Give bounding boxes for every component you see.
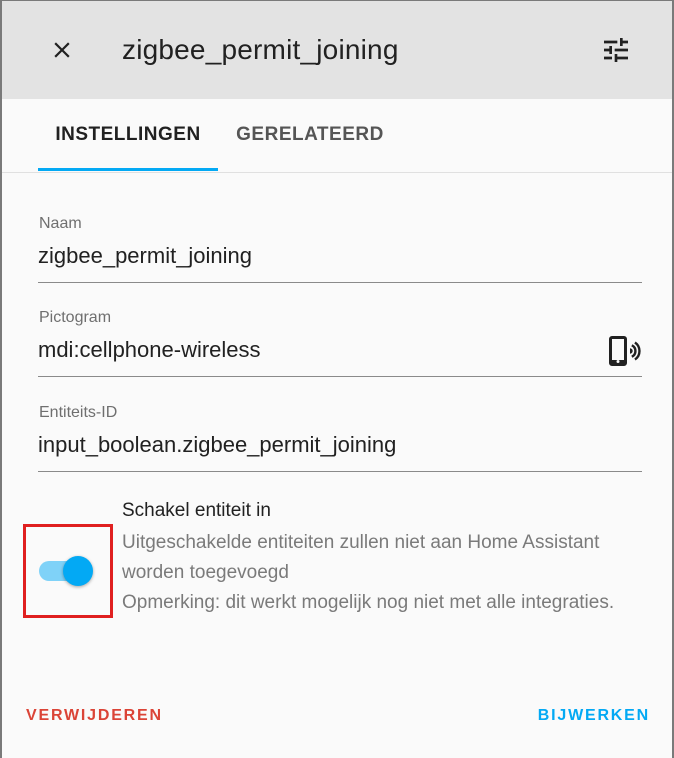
tab-gerelateerd[interactable]: GERELATEERD xyxy=(228,99,392,171)
entity-settings-dialog: zigbee_permit_joining INSTELLINGEN GEREL… xyxy=(0,0,674,758)
name-field[interactable]: Naam xyxy=(38,215,642,283)
toggle-text: Schakel entiteit in Uitgeschakelde entit… xyxy=(122,498,642,618)
close-icon xyxy=(54,42,70,58)
toggle-description-text: Uitgeschakelde entiteiten zullen niet aa… xyxy=(122,532,600,583)
icon-field[interactable]: Pictogram xyxy=(38,309,642,377)
entity-id-input[interactable] xyxy=(38,432,598,458)
toggle-note-text: Opmerking: dit werkt mogelijk nog niet m… xyxy=(122,592,615,613)
name-input[interactable] xyxy=(38,243,598,269)
cellphone-wireless-icon xyxy=(609,336,641,366)
close-button[interactable] xyxy=(40,28,84,72)
advanced-settings-button[interactable] xyxy=(594,28,638,72)
toggle-thumb xyxy=(63,556,93,586)
enable-entity-toggle[interactable] xyxy=(39,556,95,586)
toggle-description: Uitgeschakelde entiteiten zullen niet aa… xyxy=(122,528,642,618)
icon-input[interactable] xyxy=(38,337,598,363)
tab-instellingen[interactable]: INSTELLINGEN xyxy=(38,99,218,171)
entity-id-field-label: Entiteits-ID xyxy=(39,404,118,421)
entity-id-field[interactable]: Entiteits-ID xyxy=(38,404,642,472)
tab-bar: INSTELLINGEN GERELATEERD xyxy=(2,99,672,173)
icon-preview xyxy=(606,333,642,369)
toggle-title: Schakel entiteit in xyxy=(122,500,271,521)
name-field-label: Naam xyxy=(39,215,82,232)
tune-icon xyxy=(604,38,628,62)
update-button[interactable]: BIJWERKEN xyxy=(538,707,650,725)
icon-field-label: Pictogram xyxy=(39,309,112,326)
dialog-header: zigbee_permit_joining xyxy=(2,1,672,99)
dialog-title: zigbee_permit_joining xyxy=(122,34,399,65)
delete-button[interactable]: VERWIJDEREN xyxy=(26,707,163,725)
